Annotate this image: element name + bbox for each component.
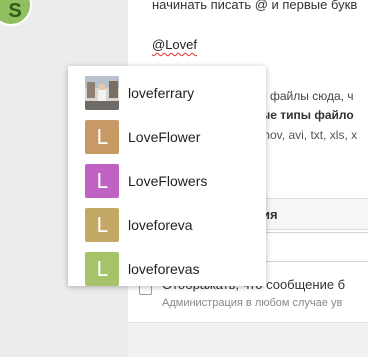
allowed-types-label: ые типы файло [260, 108, 354, 122]
footer-bar [128, 322, 368, 357]
dropzone-text: е файлы сюда, ч [260, 89, 354, 103]
avatar-letter: L [96, 169, 108, 193]
user-photo-avatar [85, 76, 119, 110]
mention-username: loveforevas [128, 261, 200, 277]
mention-suggestions-popup: loveferrary L LoveFlower L LoveFlowers Llovef… [68, 66, 266, 286]
avatar-letter: L [96, 257, 108, 281]
mention-username: loveforeva [128, 217, 193, 233]
mention-username: LoveFlower [128, 129, 201, 145]
mention-suggestion-item[interactable]: Lloveforeva [68, 203, 266, 247]
mention-suggestion-item[interactable]: Lloveforevas [68, 247, 266, 291]
avatar-letter: L [96, 213, 108, 237]
mention-suggestion-item[interactable]: L LoveFlower [68, 115, 266, 159]
typed-mention-query: @Lovef [152, 37, 197, 52]
mention-suggestion-item[interactable]: loveferrary [68, 71, 266, 115]
user-letter-avatar: L [85, 208, 119, 242]
message-textarea[interactable]: @Lovef [152, 37, 197, 52]
mention-username: LoveFlowers [128, 173, 208, 189]
user-letter-avatar: L [85, 164, 119, 198]
mention-username: loveferrary [128, 85, 195, 101]
badge-glyph: S [8, 0, 22, 22]
user-letter-avatar: L [85, 120, 119, 154]
mention-suggestion-item[interactable]: L LoveFlowers [68, 159, 266, 203]
user-badge-icon[interactable]: S [0, 0, 32, 26]
avatar-letter: L [96, 125, 108, 149]
allowed-formats-list: mov, avi, txt, xls, x [260, 128, 358, 142]
section-input[interactable] [262, 232, 368, 262]
user-letter-avatar: L [85, 252, 119, 286]
show-message-note: Администрация в любом случае ув [162, 297, 343, 309]
mention-hint-text: начинать писать @ и первые букв [152, 0, 358, 12]
